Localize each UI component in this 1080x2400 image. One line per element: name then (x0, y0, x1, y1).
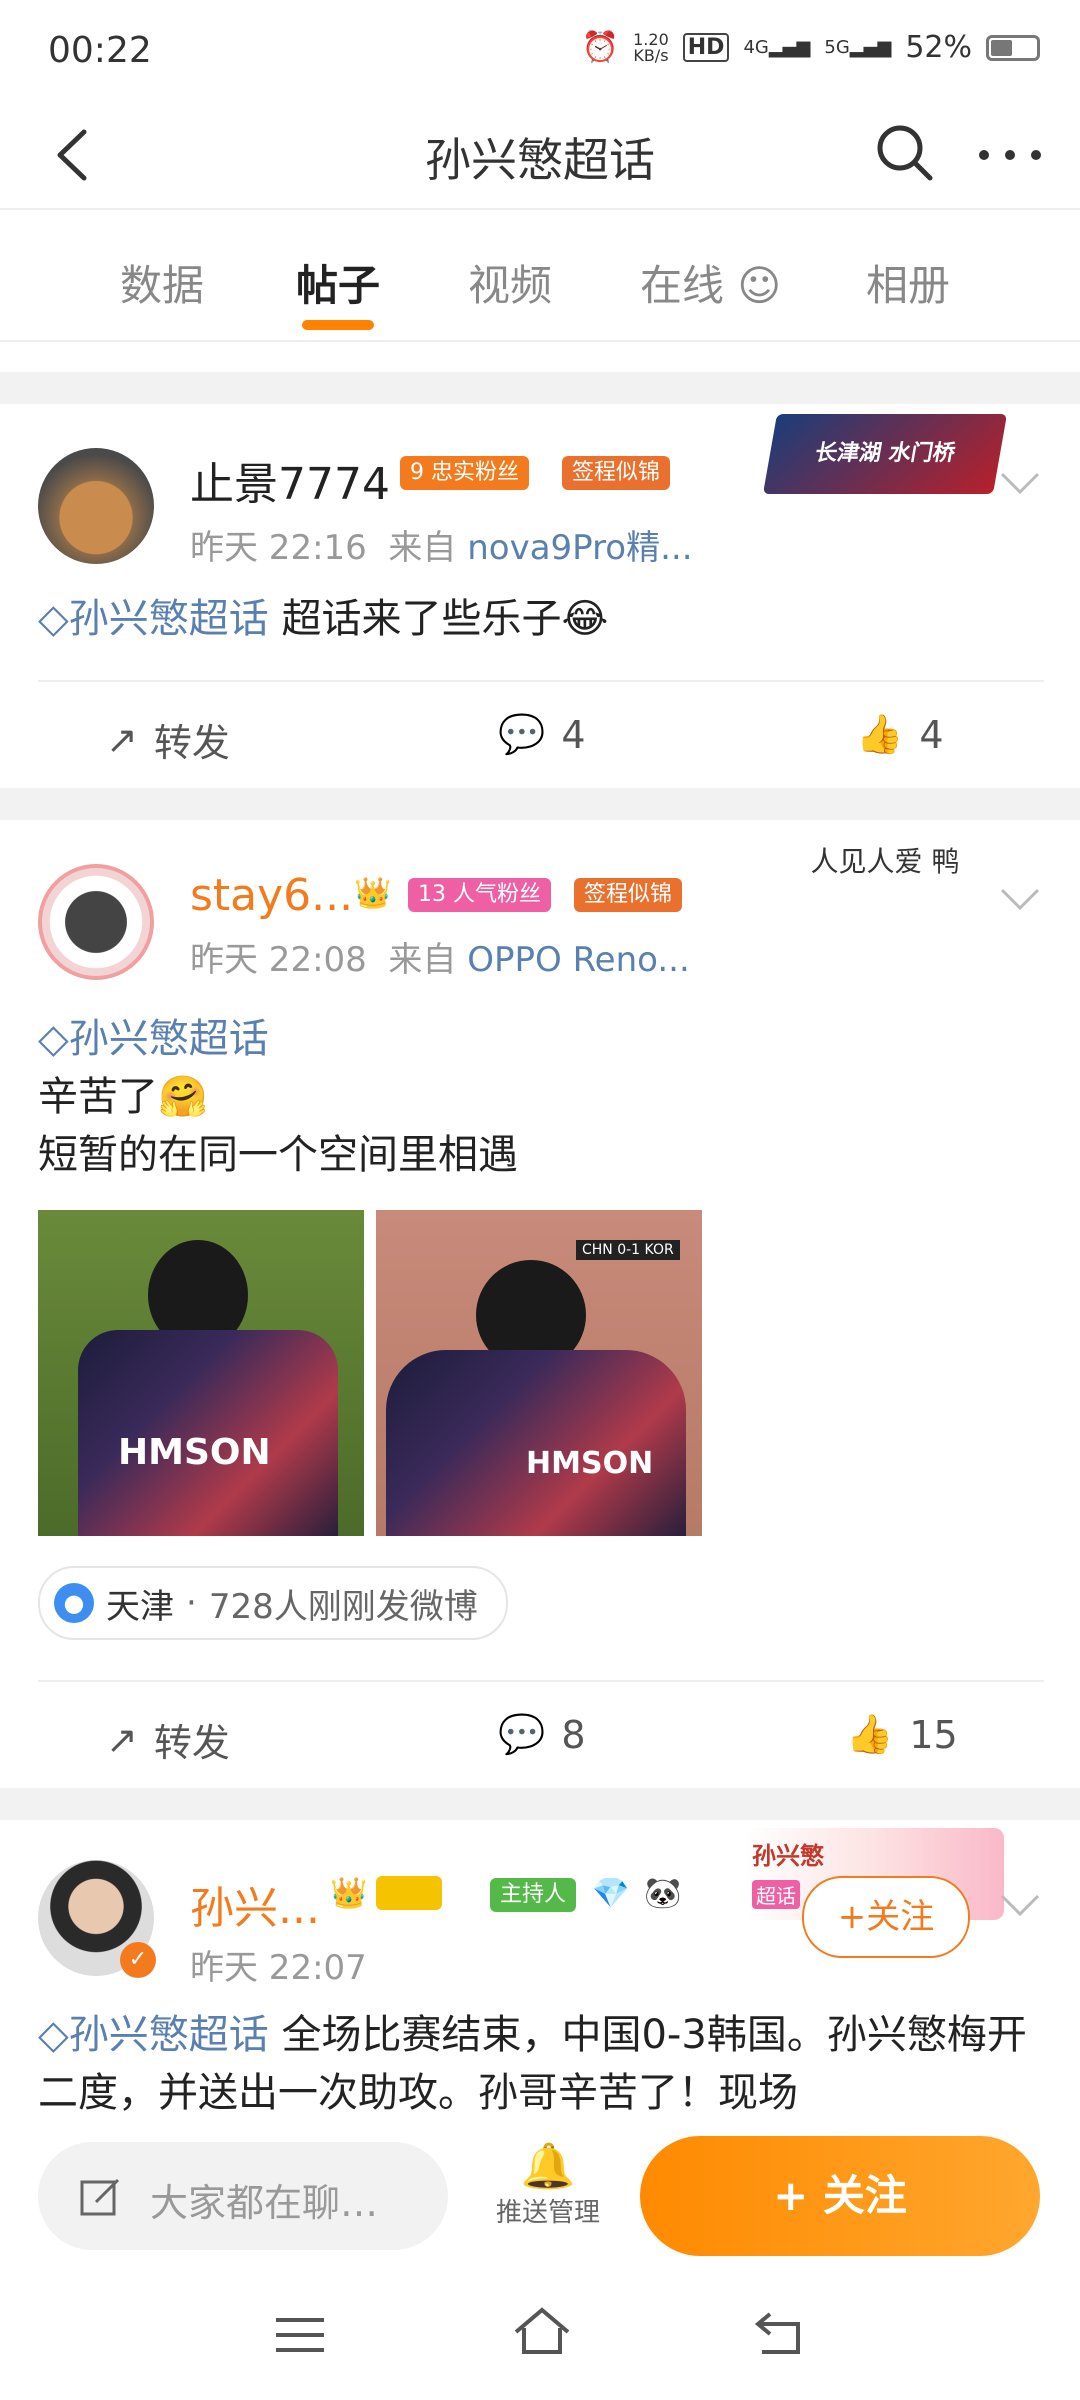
emoji-icon: 😂 (561, 596, 609, 642)
repost-icon: ↗ (106, 1717, 138, 1762)
avatar[interactable] (38, 864, 154, 980)
status-time: 00:22 (48, 30, 152, 71)
jersey-text: HMSON (526, 1446, 654, 1481)
location-chip[interactable]: ● 天津 · 728人刚刚发微博 (38, 1566, 508, 1640)
alarm-icon: ⏰ (581, 30, 620, 65)
post-image[interactable]: CHN 0-1 KOR HMSON (376, 1210, 702, 1536)
push-settings-button[interactable]: 🔔 推送管理 (488, 2140, 608, 2229)
jersey-text: HMSON (118, 1432, 271, 1473)
chevron-down-icon[interactable] (998, 468, 1042, 498)
post-card[interactable]: stay6... 👑 13 人气粉丝 签程似锦 人见人爱 鸭 昨天 22:08 … (0, 820, 1080, 1788)
card-decoration: 长津湖 水门桥 (762, 414, 1008, 494)
gem-icon: 💎 (592, 1876, 630, 1911)
post-text: ◇孙兴慜超话 辛苦了🤗 短暂的在同一个空间里相遇 (38, 1010, 1044, 1184)
follow-user-button[interactable]: +关注 (802, 1876, 970, 1958)
post-meta: 昨天 22:16 来自 nova9Pro精... (190, 528, 693, 568)
comment-icon: 💬 (498, 712, 546, 756)
topic-link[interactable]: ◇孙兴慜超话 (38, 2012, 269, 2058)
post-meta: 昨天 22:08 来自 OPPO Reno... (190, 940, 690, 980)
chevron-down-icon[interactable] (998, 1890, 1042, 1920)
top-nav: 孙兴慜超话 (0, 100, 1080, 210)
status-bar: 00:22 ⏰ 1.20 KB/s HD 4G▂▄▆ 5G▂▄▆ 52% (0, 0, 1080, 100)
fan-badge: 13 人气粉丝 (408, 878, 552, 912)
home-icon[interactable] (510, 2304, 574, 2360)
post-source[interactable]: OPPO Reno... (467, 940, 690, 980)
compose-input[interactable]: 大家都在聊… (38, 2142, 448, 2250)
comment-button[interactable]: 💬 4 (498, 712, 586, 757)
status-icons: ⏰ 1.20 KB/s HD 4G▂▄▆ 5G▂▄▆ 52% (582, 30, 1040, 65)
username[interactable]: 孙兴... (190, 1872, 320, 1936)
battery-percent: 52% (905, 30, 972, 65)
level-badge-icon (376, 1876, 442, 1910)
crown-icon: 👑 (330, 1876, 368, 1911)
system-nav-bar (0, 2280, 1080, 2400)
tab-bar: 数据 帖子 视频 在线 ☺ 相册 (0, 212, 1080, 342)
net-speed: 1.20 KB/s (633, 29, 669, 65)
like-button[interactable]: 👍 4 (856, 712, 944, 757)
location-pin-icon: ● (54, 1583, 94, 1623)
tab-online[interactable]: 在线 ☺ (640, 252, 781, 313)
emoji-icon: 🤗 (158, 1074, 208, 1120)
signal-5g: 5G▂▄▆ (824, 37, 892, 58)
panda-icon: 🐼 (644, 1876, 682, 1911)
post-card[interactable]: 止景7774 9 忠实粉丝 签程似锦 长津湖 水门桥 昨天 22:16 来自 n… (0, 404, 1080, 788)
comment-icon: 💬 (498, 1712, 546, 1756)
chevron-down-icon[interactable] (998, 884, 1042, 914)
separator (0, 372, 1080, 404)
score-bar: CHN 0-1 KOR (576, 1240, 680, 1260)
username[interactable]: stay6... (190, 870, 353, 921)
topic-link[interactable]: ◇孙兴慜超话 (38, 596, 269, 642)
thumbs-up-icon: 👍 (856, 712, 904, 756)
post-card[interactable]: ✓ 孙兴... 👑 主持人 💎 🐼 孙兴慜 超话 +关注 昨天 22:07 ◇孙… (0, 1820, 1080, 2120)
post-text: ◇孙兴慜超话 全场比赛结束，中国0-3韩国。孙兴慜梅开二度，并送出一次助攻。孙哥… (38, 2012, 1027, 2116)
sign-badge: 签程似锦 (574, 878, 683, 912)
action-row: ↗ 转发 💬 4 👍 4 (38, 680, 1044, 782)
tab-videos[interactable]: 视频 (468, 252, 552, 313)
signal-4g: 4G▂▄▆ (743, 37, 811, 58)
avatar[interactable] (38, 448, 154, 564)
battery-icon (986, 34, 1040, 61)
post-text: ◇孙兴慜超话 超话来了些乐子😂 (38, 596, 609, 642)
card-decoration: 人见人爱 鸭 (810, 845, 960, 878)
thumbs-up-icon: 👍 (846, 1712, 894, 1756)
host-badge: 主持人 (490, 1878, 577, 1912)
more-icon[interactable] (970, 120, 1050, 190)
follow-topic-button[interactable]: + 关注 (640, 2136, 1040, 2256)
active-tab-indicator (302, 320, 374, 330)
tab-data[interactable]: 数据 (120, 252, 204, 313)
repost-button[interactable]: ↗ 转发 (106, 1712, 230, 1767)
edit-icon (80, 2178, 120, 2216)
separator (0, 788, 1080, 820)
verified-icon: ✓ (120, 1942, 156, 1978)
search-icon[interactable] (870, 118, 940, 188)
tab-posts[interactable]: 帖子 (296, 252, 380, 313)
hd-icon: HD (682, 33, 730, 62)
separator (0, 1788, 1080, 1820)
back-system-icon[interactable] (750, 2308, 810, 2358)
username[interactable]: 止景7774 (190, 448, 390, 512)
sign-badge: 签程似锦 (562, 456, 671, 490)
post-image[interactable]: HMSON (38, 1210, 364, 1536)
bottom-toolbar: 大家都在聊… 🔔 推送管理 + 关注 (0, 2120, 1080, 2280)
comment-button[interactable]: 💬 8 (498, 1712, 586, 1757)
crown-icon: 👑 (354, 876, 392, 911)
menu-icon[interactable] (270, 2310, 330, 2360)
fan-badge: 9 忠实粉丝 (400, 456, 530, 490)
post-meta: 昨天 22:07 (190, 1948, 367, 1988)
like-button[interactable]: 👍 15 (846, 1712, 958, 1757)
tab-album[interactable]: 相册 (866, 252, 950, 313)
post-source[interactable]: nova9Pro精... (467, 528, 692, 568)
repost-icon: ↗ (106, 717, 138, 762)
bell-icon: 🔔 (520, 2141, 576, 2192)
smiley-icon: ☺ (737, 261, 782, 310)
action-row: ↗ 转发 💬 8 👍 15 (38, 1680, 1044, 1782)
repost-button[interactable]: ↗ 转发 (106, 712, 230, 767)
topic-link[interactable]: ◇孙兴慜超话 (38, 1010, 1044, 1068)
